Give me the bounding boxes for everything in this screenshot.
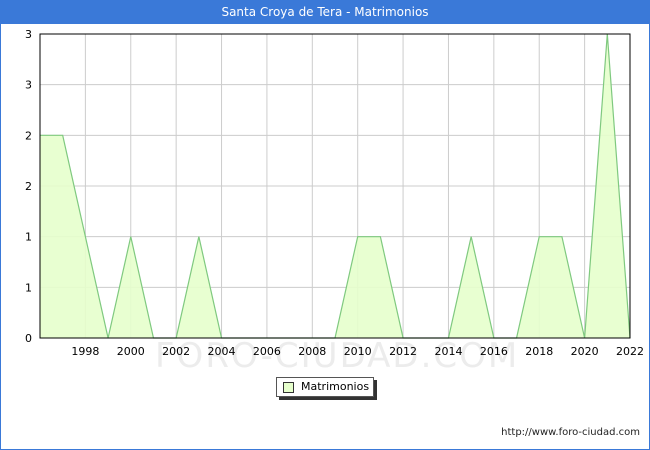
y-tick-label: 2 xyxy=(25,180,32,193)
x-tick-label: 2000 xyxy=(117,345,145,358)
x-tick-label: 2008 xyxy=(298,345,326,358)
x-tick-label: 2016 xyxy=(480,345,508,358)
legend: Matrimonios xyxy=(276,377,374,397)
y-tick-label: 3 xyxy=(25,28,32,41)
y-tick-label: 3 xyxy=(25,79,32,92)
x-tick-label: 2020 xyxy=(571,345,599,358)
y-tick-label: 2 xyxy=(25,129,32,142)
x-tick-label: 2022 xyxy=(616,345,644,358)
x-tick-label: 2002 xyxy=(162,345,190,358)
legend-swatch xyxy=(283,382,294,393)
y-tick-label: 1 xyxy=(25,231,32,244)
legend-label: Matrimonios xyxy=(301,380,370,393)
y-tick-label: 1 xyxy=(25,281,32,294)
x-tick-label: 2018 xyxy=(525,345,553,358)
x-tick-label: 2014 xyxy=(434,345,462,358)
x-tick-label: 1998 xyxy=(71,345,99,358)
x-tick-label: 2012 xyxy=(389,345,417,358)
x-tick-label: 2006 xyxy=(253,345,281,358)
x-tick-label: 2010 xyxy=(344,345,372,358)
y-tick-label: 0 xyxy=(25,332,32,345)
credit-link[interactable]: http://www.foro-ciudad.com xyxy=(501,427,640,438)
x-tick-label: 2004 xyxy=(208,345,236,358)
